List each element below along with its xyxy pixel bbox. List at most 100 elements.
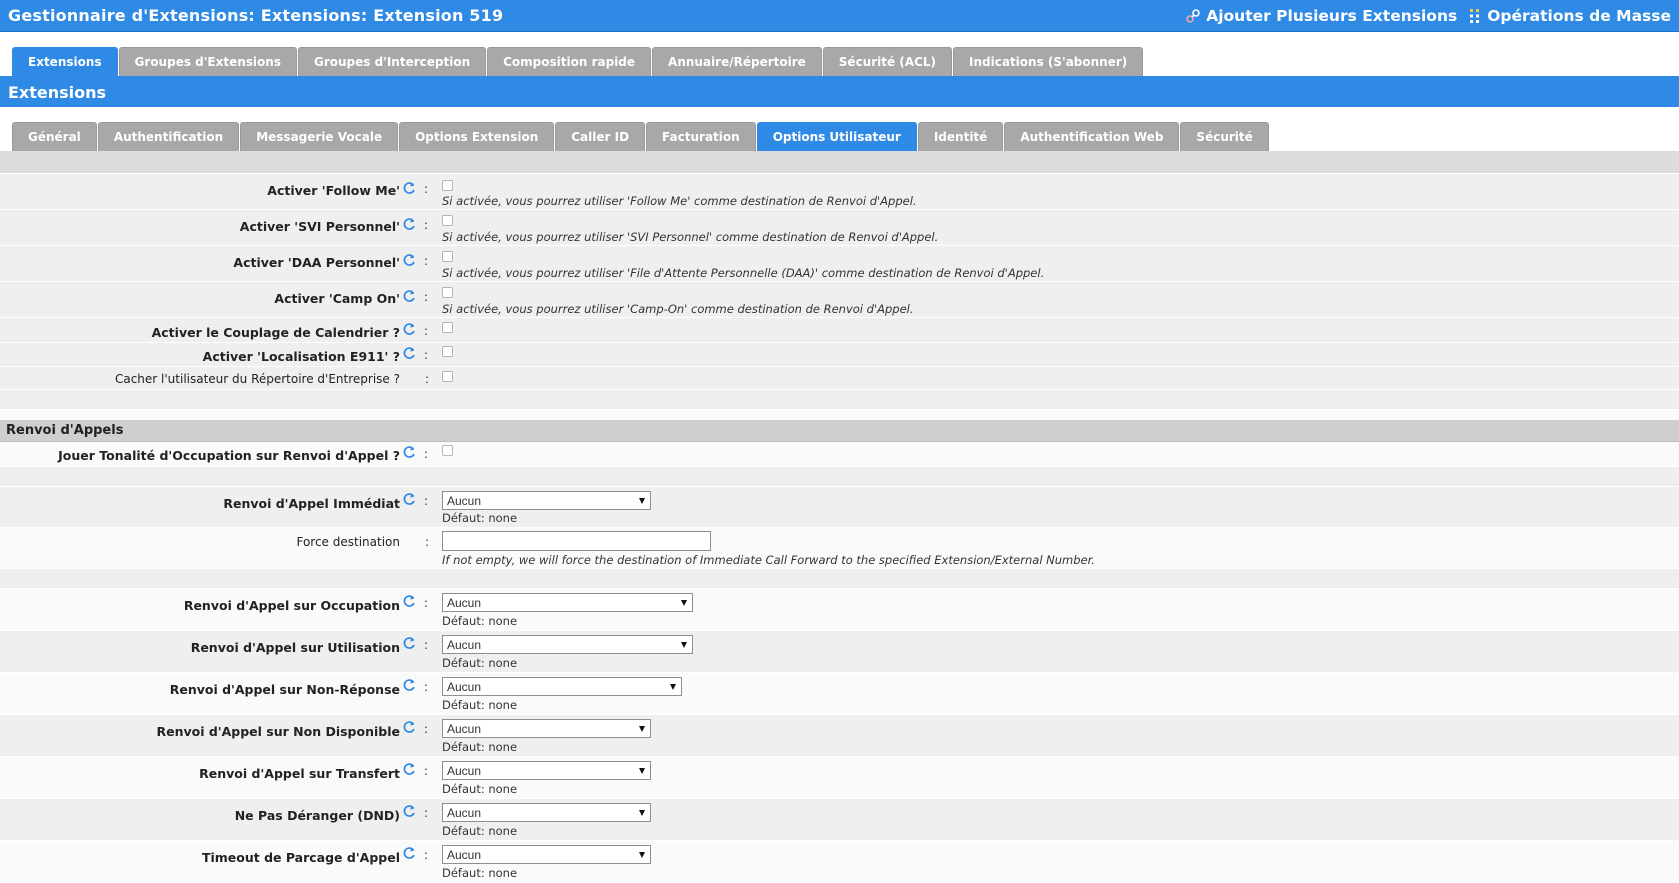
refresh-icon[interactable] (402, 289, 416, 308)
colon: : (424, 254, 429, 268)
dnd-select[interactable]: Aucun (442, 803, 651, 822)
chevron-down-icon (639, 498, 645, 504)
page-title: Gestionnaire d'Extensions: Extensions: E… (8, 6, 504, 25)
refresh-icon[interactable] (402, 346, 416, 365)
tab-identity[interactable]: Identité (917, 122, 1004, 151)
colon: : (424, 806, 429, 820)
park-timeout-select[interactable]: Aucun (442, 845, 651, 864)
tab-authentication[interactable]: Authentification (97, 122, 240, 151)
option-hint: Si activée, vous pourrez utiliser 'Follo… (442, 194, 917, 208)
busy-forward-select[interactable]: Aucun (442, 593, 693, 612)
follow-me-checkbox[interactable] (442, 180, 453, 191)
option-row: Cacher l'utilisateur du Répertoire d'Ent… (0, 367, 1679, 390)
force-destination-label: Force destination (296, 535, 400, 549)
forward-label: Renvoi d'Appel sur Non-Réponse (169, 682, 400, 697)
colon: : (424, 680, 429, 694)
forward-select-row: Ne Pas Déranger (DND) : Aucun Défaut: no… (0, 799, 1679, 841)
forward-select-row: Renvoi d'Appel sur Non Disponible : Aucu… (0, 715, 1679, 757)
default-value: Défaut: none (442, 740, 518, 754)
unavailable-forward-select[interactable]: Aucun (442, 719, 651, 738)
colon: : (424, 218, 429, 232)
refresh-icon[interactable] (402, 445, 416, 464)
refresh-icon[interactable] (402, 846, 416, 865)
colon: : (424, 764, 429, 778)
colon: : (424, 290, 429, 304)
svi-checkbox[interactable] (442, 215, 453, 226)
tab-voicemail[interactable]: Messagerie Vocale (240, 122, 399, 151)
forward-select-row: Renvoi d'Appel sur Non-Réponse : Aucun D… (0, 673, 1679, 715)
immediate-forward-select[interactable]: Aucun (442, 491, 651, 510)
option-hint: Si activée, vous pourrez utiliser 'File … (442, 266, 1045, 280)
default-value: Défaut: none (442, 511, 518, 525)
default-value: Défaut: none (442, 698, 518, 712)
tab-extension-options[interactable]: Options Extension (399, 122, 555, 151)
section-title: Extensions (0, 77, 1679, 107)
tab-web-auth[interactable]: Authentification Web (1004, 122, 1180, 151)
tab-security[interactable]: Sécurité (1180, 122, 1269, 151)
calendar-checkbox[interactable] (442, 322, 453, 333)
camp-on-checkbox[interactable] (442, 287, 453, 298)
refresh-icon[interactable] (402, 636, 416, 655)
refresh-icon[interactable] (402, 181, 416, 200)
tab-acl[interactable]: Sécurité (ACL) (822, 47, 953, 76)
select-value: Aucun (447, 763, 482, 778)
force-destination-hint: If not empty, we will force the destinat… (442, 553, 1095, 567)
option-label: Activer 'SVI Personnel' (239, 219, 400, 234)
select-value: Aucun (447, 595, 482, 610)
colon: : (424, 596, 429, 610)
option-row: Activer 'DAA Personnel' : Si activée, vo… (0, 246, 1679, 282)
default-value: Défaut: none (442, 782, 518, 796)
option-label: Activer le Couplage de Calendrier ? (151, 325, 400, 340)
force-destination-row: Force destination : If not empty, we wil… (0, 528, 1679, 569)
e911-checkbox[interactable] (442, 346, 453, 357)
daa-checkbox[interactable] (442, 251, 453, 262)
refresh-icon[interactable] (402, 720, 416, 739)
tab-speed-dial[interactable]: Composition rapide (487, 47, 652, 76)
bulk-ops-icon (1469, 8, 1481, 24)
bulk-operations-link[interactable]: Opérations de Masse (1469, 7, 1671, 25)
tab-general[interactable]: Général (12, 122, 97, 151)
add-multiple-extensions-link[interactable]: Ajouter Plusieurs Extensions (1186, 7, 1457, 25)
colon: : (424, 447, 429, 461)
no-answer-forward-select[interactable]: Aucun (442, 677, 682, 696)
refresh-icon[interactable] (402, 804, 416, 823)
tab-extensions[interactable]: Extensions (12, 47, 118, 76)
refresh-icon[interactable] (402, 594, 416, 613)
tab-pickup-groups[interactable]: Groupes d'Interception (297, 47, 487, 76)
default-value: Défaut: none (442, 824, 518, 838)
tab-caller-id[interactable]: Caller ID (555, 122, 646, 151)
refresh-icon[interactable] (402, 492, 416, 511)
tab-billing[interactable]: Facturation (646, 122, 756, 151)
refresh-icon[interactable] (402, 678, 416, 697)
busy-tone-label: Jouer Tonalité d'Occupation sur Renvoi d… (58, 448, 400, 463)
refresh-icon[interactable] (402, 762, 416, 781)
option-row: Activer 'Follow Me' : Si activée, vous p… (0, 174, 1679, 210)
forward-label: Timeout de Parcage d'Appel (201, 850, 400, 865)
immediate-forward-row: Renvoi d'Appel Immédiat : Aucun Défaut: … (0, 487, 1679, 528)
spacer-row (0, 569, 1679, 589)
select-value: Aucun (447, 679, 482, 694)
refresh-icon[interactable] (402, 253, 416, 272)
option-label: Activer 'Camp On' (274, 291, 400, 306)
default-value: Défaut: none (442, 614, 518, 628)
force-destination-input[interactable] (442, 531, 711, 551)
in-use-forward-select[interactable]: Aucun (442, 635, 693, 654)
transfer-forward-select[interactable]: Aucun (442, 761, 651, 780)
tab-directory[interactable]: Annuaire/Répertoire (652, 47, 822, 76)
colon: : (424, 494, 429, 508)
option-label: Cacher l'utilisateur du Répertoire d'Ent… (114, 372, 400, 386)
refresh-icon[interactable] (402, 322, 416, 341)
chevron-down-icon (670, 684, 676, 690)
hide-directory-checkbox[interactable] (442, 371, 453, 382)
form-top-spacer (0, 151, 1679, 174)
tab-subscriptions[interactable]: Indications (S'abonner) (953, 47, 1144, 76)
tab-user-options[interactable]: Options Utilisateur (756, 122, 917, 151)
option-row: Activer le Couplage de Calendrier ? : (0, 318, 1679, 343)
busy-tone-checkbox[interactable] (442, 445, 453, 456)
option-label: Activer 'Follow Me' (267, 183, 400, 198)
forward-label: Renvoi d'Appel sur Utilisation (190, 640, 400, 655)
refresh-icon[interactable] (402, 217, 416, 236)
forward-label: Renvoi d'Appel sur Occupation (183, 598, 400, 613)
immediate-forward-label: Renvoi d'Appel Immédiat (223, 496, 400, 511)
tab-extension-groups[interactable]: Groupes d'Extensions (118, 47, 297, 76)
